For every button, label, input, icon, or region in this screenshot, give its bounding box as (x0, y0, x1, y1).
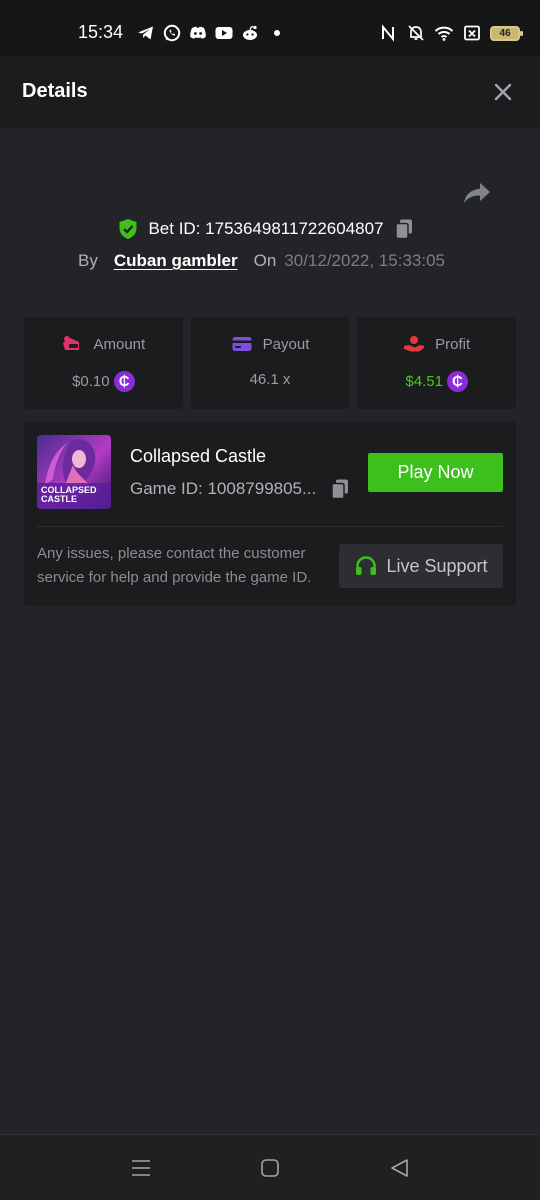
bell-off-icon (408, 25, 424, 41)
nfc-icon (382, 24, 394, 42)
stat-card-profit: Profit $4.51 ₵ (357, 317, 517, 409)
payout-card-icon (232, 337, 252, 351)
username-link[interactable]: Cuban gambler (114, 251, 238, 271)
shield-check-icon (119, 219, 137, 239)
share-icon[interactable] (462, 180, 492, 206)
stat-label: Amount (93, 335, 146, 353)
by-label: By (78, 251, 98, 270)
bet-meta-row: By Cuban gambler On 30/12/2022, 15:33:05 (78, 250, 445, 272)
support-notice: Any issues, please contact the customer … (37, 545, 312, 586)
bet-date: 30/12/2022, 15:33:05 (284, 251, 445, 270)
amount-icon (63, 336, 80, 350)
game-id: Game ID: 1008799805... (130, 479, 317, 498)
stat-value-payout: 46.1 x (249, 371, 291, 388)
live-support-label: Live Support (386, 555, 488, 576)
game-card: COLLAPSED CASTLE Collapsed Castle Game I… (24, 422, 516, 606)
stat-card-amount: Amount $0.10 ₵ (24, 317, 183, 409)
stat-value-profit: $4.51 (405, 373, 443, 390)
discord-icon (190, 26, 206, 39)
reddit-icon (243, 25, 257, 40)
copy-icon[interactable] (330, 478, 350, 500)
play-now-button[interactable]: Play Now (368, 453, 503, 492)
recent-apps-icon[interactable] (130, 1157, 152, 1179)
divider (37, 526, 503, 527)
sim-x-icon (464, 25, 480, 41)
back-icon[interactable] (388, 1157, 410, 1179)
notification-icons (136, 23, 280, 43)
youtube-icon (215, 27, 233, 39)
details-header: Details (0, 56, 540, 128)
game-thumbnail[interactable]: COLLAPSED CASTLE (37, 435, 111, 509)
live-support-button[interactable]: Live Support (339, 544, 503, 588)
stat-value-amount: $0.10 (72, 373, 110, 390)
status-time: 15:34 (78, 22, 124, 42)
home-icon[interactable] (259, 1157, 281, 1179)
dot-icon (274, 30, 280, 36)
close-icon[interactable] (490, 79, 516, 105)
profit-icon (404, 336, 425, 352)
copy-icon[interactable] (394, 218, 414, 240)
coin-icon: ₵ (113, 371, 135, 392)
stat-label: Profit (435, 335, 471, 353)
battery-icon: 46 (490, 25, 523, 41)
bet-id-row: Bet ID: 1753649811722604807 (0, 216, 536, 242)
headset-icon (356, 556, 377, 575)
bet-stats: Amount $0.10 ₵ Payout 46.1 x Profit $4.5… (24, 317, 517, 409)
system-nav-bar (0, 1134, 540, 1200)
game-id-row: Game ID: 1008799805... (130, 478, 350, 500)
wifi-icon (434, 26, 454, 41)
coin-icon: ₵ (446, 371, 468, 392)
stat-card-payout: Payout 46.1 x (190, 317, 350, 409)
stat-label: Payout (262, 335, 310, 353)
on-label: On (253, 251, 277, 270)
bet-id: Bet ID: 1753649811722604807 (148, 219, 384, 238)
page-title: Details (22, 80, 88, 102)
game-thumb-title-2: CASTLE (41, 494, 77, 504)
telegram-icon (138, 26, 153, 40)
whatsapp-icon (163, 24, 181, 42)
system-icons: 46 (378, 23, 523, 43)
status-bar: 15:34 46 (0, 0, 540, 56)
game-name: Collapsed Castle (130, 446, 267, 466)
